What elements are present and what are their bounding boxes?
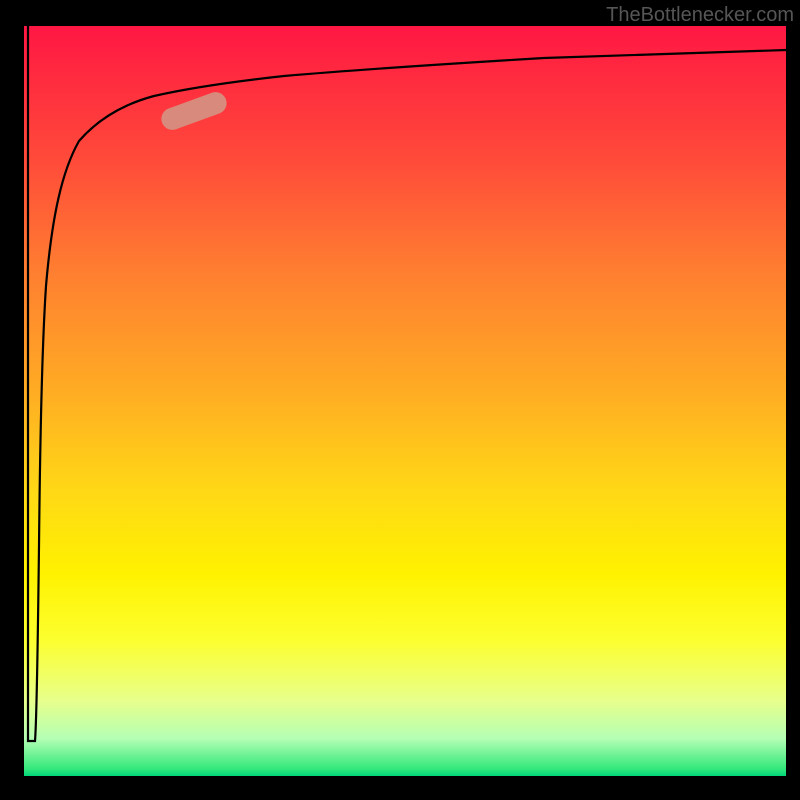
bottleneck-curve: [24, 26, 786, 776]
watermark-text: TheBottlenecker.com: [606, 4, 794, 27]
